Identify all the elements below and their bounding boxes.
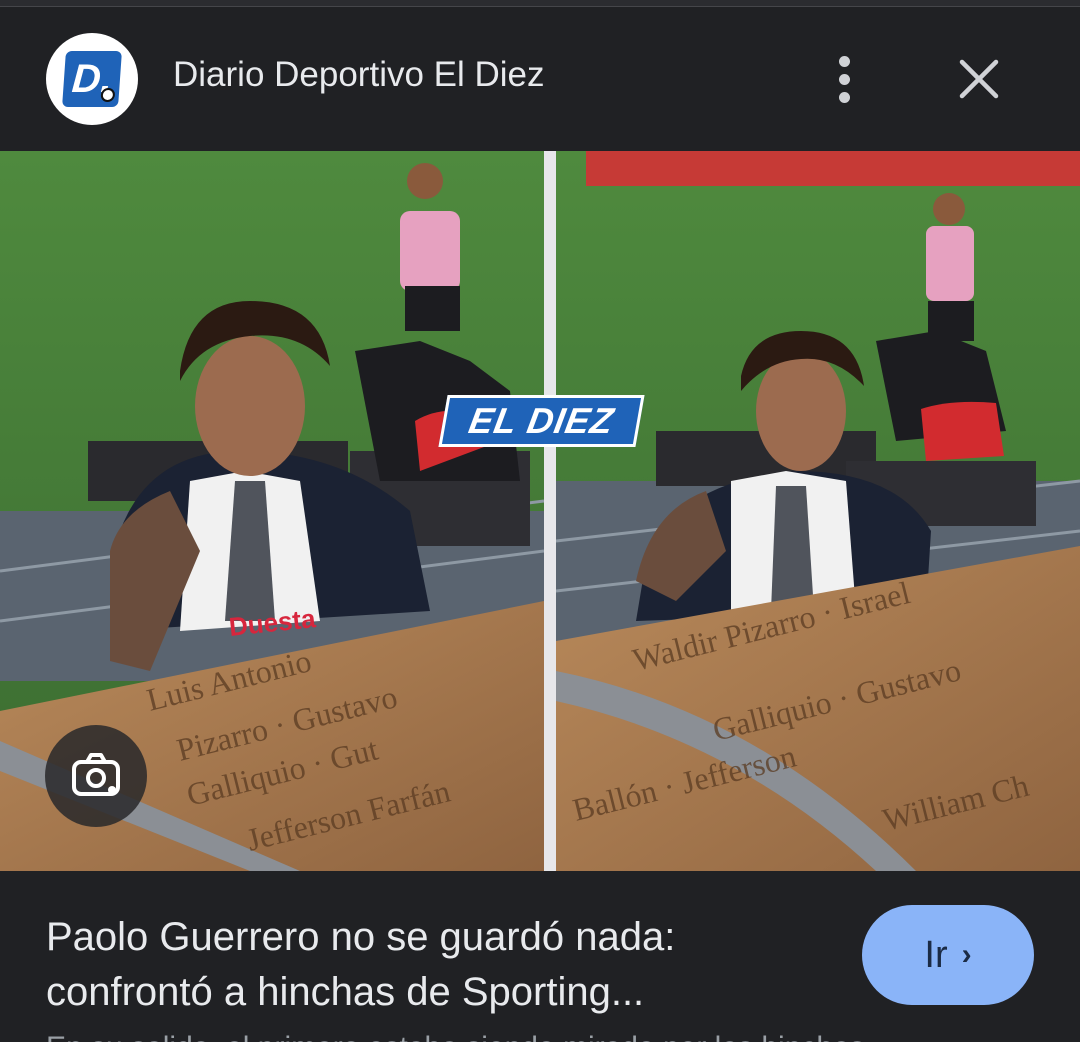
- el-diez-watermark: EL DIEZ: [438, 395, 645, 447]
- more-options-button[interactable]: [820, 47, 868, 111]
- soccer-ball-icon: [100, 88, 116, 102]
- lens-camera-icon: [72, 753, 120, 796]
- result-snippet: En su salida, el primero estaba siendo m…: [46, 1028, 1046, 1042]
- image-panel-right: Waldir Pizarro · Israel Galliquio · Gust…: [556, 151, 1080, 871]
- go-button-label: Ir: [924, 933, 948, 976]
- source-title[interactable]: Diario Deportivo El Diez: [173, 55, 545, 95]
- logo-badge-icon: D.: [62, 51, 122, 107]
- image-divider: [544, 151, 556, 871]
- more-vert-icon: [838, 55, 850, 67]
- result-image[interactable]: Duesta Luis Antonio Pizarro · Gustavo Ga…: [0, 151, 1080, 871]
- result-headline[interactable]: Paolo Guerrero no se guardó nada: confro…: [46, 910, 806, 1020]
- top-edge: [0, 0, 1080, 7]
- close-icon[interactable]: [950, 50, 1008, 108]
- visual-search-button[interactable]: [45, 725, 147, 827]
- source-logo: D.: [46, 33, 138, 125]
- go-button[interactable]: Ir ›: [862, 905, 1034, 1005]
- chevron-right-icon: ›: [961, 938, 972, 971]
- result-header: D. Diario Deportivo El Diez: [0, 7, 1080, 151]
- watermark-text: EL DIEZ: [465, 400, 618, 441]
